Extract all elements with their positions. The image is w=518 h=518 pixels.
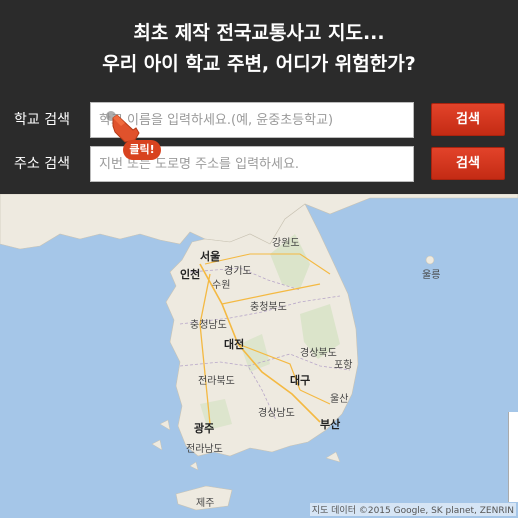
map-zoom-control[interactable]: [508, 412, 518, 502]
region-gyeongbuk: 경상북도: [300, 348, 337, 359]
map-canvas: [0, 194, 518, 511]
city-suwon: 수원: [212, 280, 231, 291]
address-search-row: 주소 검색 검색: [0, 146, 518, 182]
region-jeonbuk: 전라북도: [198, 376, 235, 387]
title-line-1: 최초 제작 전국교통사고 지도...: [133, 22, 385, 44]
city-busan: 부산: [320, 418, 341, 431]
click-hint-label: 클릭!: [123, 140, 161, 160]
region-jeonnam: 전라남도: [186, 444, 223, 455]
city-seoul: 서울: [200, 250, 221, 263]
school-search-button[interactable]: 검색: [431, 103, 505, 136]
address-search-label: 주소 검색: [14, 156, 70, 172]
island-jeju: 제주: [196, 498, 215, 509]
region-gyeongnam: 경상남도: [258, 408, 295, 419]
city-ulsan: 울산: [330, 394, 349, 405]
click-hint: 클릭!: [103, 106, 161, 164]
address-search-button[interactable]: 검색: [431, 147, 505, 180]
map-copyright: 지도 데이터 ©2015 Google, SK planet, ZENRIN: [309, 503, 516, 516]
city-gwangju: 광주: [194, 422, 215, 435]
map[interactable]: 서울 인천 수원 강원도 경기도 충청북도 충청남도 대전 경상북도 대구 포항…: [0, 194, 518, 518]
region-gyeonggi: 경기도: [224, 266, 252, 277]
city-daejeon: 대전: [224, 338, 245, 351]
island-ulleung: 울릉: [422, 270, 441, 281]
page-title: 최초 제작 전국교통사고 지도... 우리 아이 학교 주변, 어디가 위험한가…: [0, 18, 518, 80]
school-search-label: 학교 검색: [14, 112, 70, 128]
region-chungbuk: 충청북도: [250, 302, 287, 313]
ulleung-island: [425, 255, 435, 265]
header: 최초 제작 전국교통사고 지도... 우리 아이 학교 주변, 어디가 위험한가…: [0, 0, 518, 194]
region-gangwon: 강원도: [272, 238, 300, 249]
city-incheon: 인천: [180, 268, 201, 281]
title-line-2: 우리 아이 학교 주변, 어디가 위험한가?: [102, 53, 416, 75]
city-daegu: 대구: [290, 374, 311, 387]
region-chungnam: 충청남도: [190, 320, 227, 331]
school-search-row: 학교 검색 검색: [0, 102, 518, 138]
city-pohang: 포항: [334, 360, 353, 371]
